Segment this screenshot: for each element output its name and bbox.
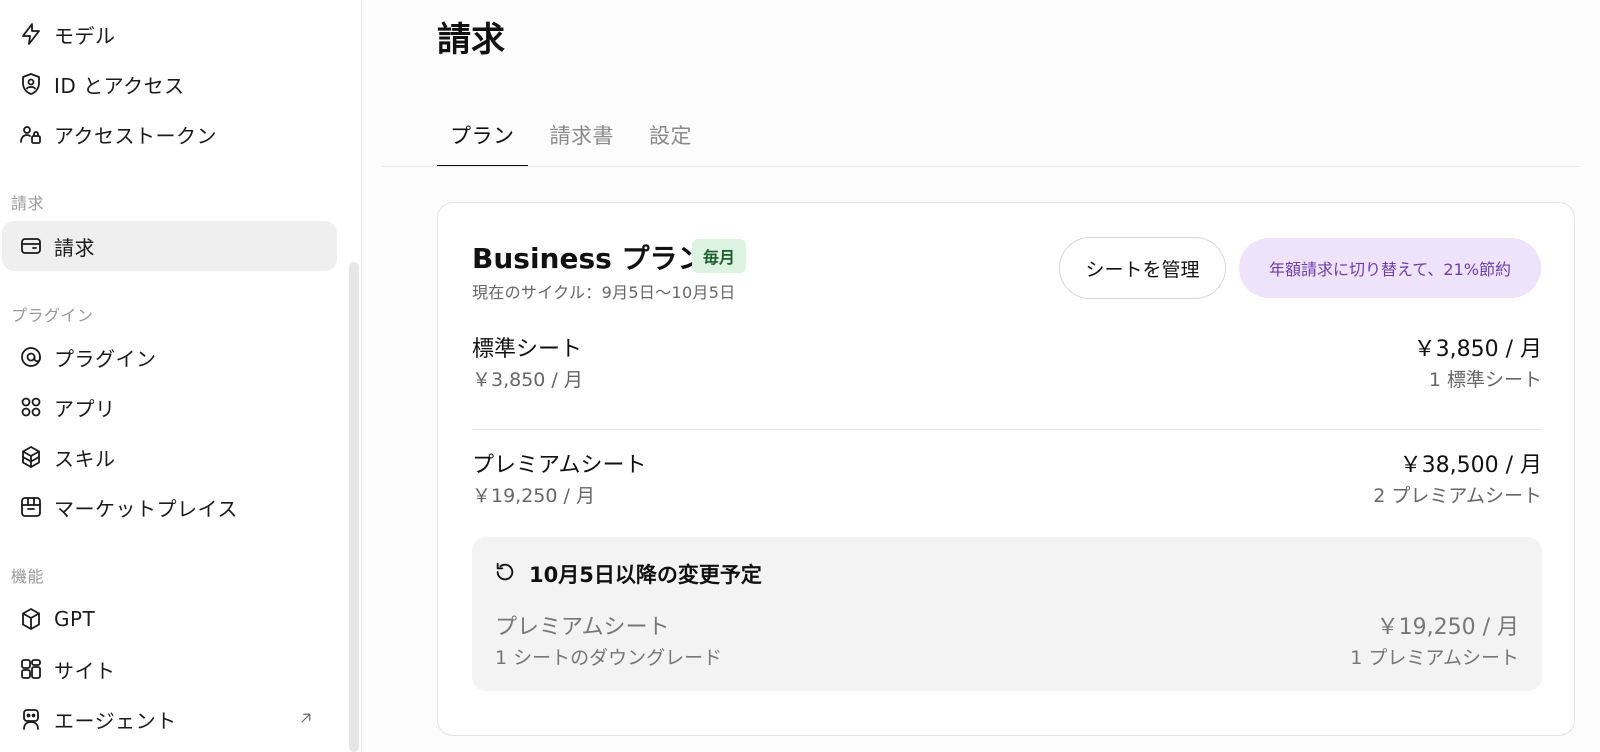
sidebar-item-skills[interactable]: スキル xyxy=(2,432,337,482)
sidebar-item-agents[interactable]: エージェント xyxy=(2,694,337,744)
seat-total: ￥3,850 / 月 xyxy=(1413,337,1542,362)
card-icon xyxy=(18,233,44,259)
pending-changes-panel: 10月5日以降の変更予定 プレミアムシート 1 シートのダウングレード ￥19,… xyxy=(472,537,1542,691)
section-label-billing: 請求 xyxy=(11,194,45,213)
sidebar-item-marketplace[interactable]: マーケットプレイス xyxy=(2,482,337,532)
tab-settings[interactable]: 設定 xyxy=(636,110,705,167)
billing-cycle: 現在のサイクル：9月5日〜10月5日 xyxy=(472,283,736,302)
sidebar-item-apps[interactable]: アプリ xyxy=(2,382,337,432)
plan-name: Business プラン xyxy=(472,242,706,275)
cube-icon xyxy=(18,606,44,632)
at-icon xyxy=(18,344,44,370)
shield-user-icon xyxy=(18,71,44,97)
sidebar-item-label: GPT xyxy=(54,607,96,631)
tabs-divider xyxy=(382,166,1580,167)
sidebar-item-plugins[interactable]: プラグイン xyxy=(2,332,337,382)
pending-title: 10月5日以降の変更予定 xyxy=(529,563,762,587)
seat-row-standard: 標準シート ￥3,850 / 月 ￥3,850 / 月 1 標準シート xyxy=(472,331,1542,401)
seat-count: 1 標準シート xyxy=(1428,369,1542,391)
sidebar-item-gpt[interactable]: GPT xyxy=(2,594,337,644)
tab-plan[interactable]: プラン xyxy=(437,110,528,167)
section-label-features: 機能 xyxy=(11,567,45,586)
pending-seat-total: ￥19,250 / 月 xyxy=(1376,615,1519,640)
tab-bar: プラン 請求書 設定 xyxy=(437,110,714,167)
sidebar-item-label: プラグイン xyxy=(54,346,157,371)
lock-user-icon xyxy=(18,121,44,147)
seat-total: ￥38,500 / 月 xyxy=(1399,453,1542,478)
sidebar-item-sites[interactable]: サイト xyxy=(2,644,337,694)
sidebar-item-label: エージェント xyxy=(54,708,177,733)
sidebar-scrollbar[interactable] xyxy=(349,262,359,752)
bolt-icon xyxy=(18,21,44,47)
billing-period-badge: 毎月 xyxy=(692,239,747,273)
robot-icon xyxy=(18,706,44,732)
tab-invoices[interactable]: 請求書 xyxy=(537,110,628,167)
sidebar-item-label: 請求 xyxy=(54,235,95,260)
sidebar-item-label: アクセストークン xyxy=(54,123,217,148)
main-content: 請求 プラン 請求書 設定 Business プラン 毎月 現在のサイクル：9月… xyxy=(362,0,1600,752)
store-icon xyxy=(18,494,44,520)
seat-name: プレミアムシート xyxy=(472,453,647,478)
sidebar-item-models[interactable]: モデル xyxy=(2,9,337,59)
cube-stack-icon xyxy=(18,444,44,470)
sidebar-item-label: マーケットプレイス xyxy=(54,496,238,521)
section-label-plugins: プラグイン xyxy=(11,306,94,325)
sidebar-item-billing[interactable]: 請求 xyxy=(2,221,337,271)
layout-icon xyxy=(18,656,44,682)
seat-name: 標準シート xyxy=(472,337,583,362)
apps-icon xyxy=(18,394,44,420)
external-link-icon xyxy=(297,709,317,729)
sidebar-item-label: ID とアクセス xyxy=(54,73,185,98)
sidebar-item-label: サイト xyxy=(54,658,116,683)
sidebar-item-id-access[interactable]: ID とアクセス xyxy=(2,59,337,109)
seat-unit-price: ￥3,850 / 月 xyxy=(472,369,583,391)
sidebar-item-label: モデル xyxy=(54,23,116,48)
pending-seat-desc: 1 シートのダウングレード xyxy=(495,647,723,669)
sidebar-item-label: アプリ xyxy=(54,396,116,421)
row-divider xyxy=(472,429,1542,430)
sidebar-item-access-tokens[interactable]: アクセストークン xyxy=(2,109,337,159)
switch-annual-button[interactable]: 年額請求に切り替えて、21%節約 xyxy=(1239,238,1541,298)
manage-seats-button[interactable]: シートを管理 xyxy=(1059,237,1226,299)
seat-row-premium: プレミアムシート ￥19,250 / 月 ￥38,500 / 月 2 プレミアム… xyxy=(472,447,1542,517)
refresh-icon xyxy=(494,561,518,585)
pending-seat-name: プレミアムシート xyxy=(495,615,670,640)
plan-card: Business プラン 毎月 現在のサイクル：9月5日〜10月5日 シートを管… xyxy=(437,202,1575,736)
sidebar: モデル ID とアクセス アクセストークン 請求 請求 プラグイン プラグイン … xyxy=(0,0,362,752)
sidebar-item-label: スキル xyxy=(54,446,116,471)
seat-count: 2 プレミアムシート xyxy=(1373,485,1542,507)
page-title: 請求 xyxy=(437,20,505,60)
seat-unit-price: ￥19,250 / 月 xyxy=(472,485,595,507)
pending-seat-count: 1 プレミアムシート xyxy=(1350,647,1519,669)
